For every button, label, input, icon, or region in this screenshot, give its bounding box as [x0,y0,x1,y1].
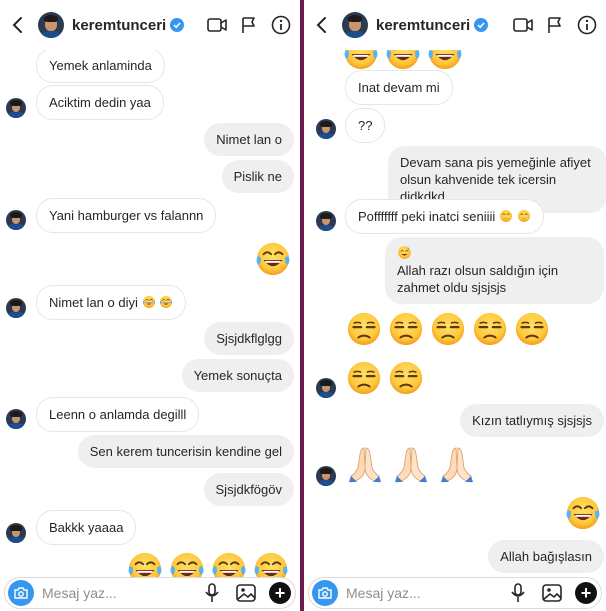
video-camera-icon[interactable] [512,14,534,36]
message-bubble[interactable]: Yani hamburger vs falannn [36,198,217,233]
message-bubble[interactable]: Sjsjdkfögöv [203,473,294,506]
verified-badge-icon [474,18,489,32]
message-bubble[interactable]: ?? [345,108,386,143]
avatar[interactable] [316,119,336,139]
folded-hands-icon [391,444,431,484]
username[interactable]: keremtunceri [72,17,166,34]
folded-hands-icon [437,444,477,484]
avatar[interactable] [6,210,26,230]
message-bubble[interactable]: Yemek anlaminda [36,48,165,83]
message-bubble[interactable]: Aciktim dedin yaa [36,85,164,120]
hugging-face-covering-mouth-icon [499,209,513,223]
message-input[interactable] [346,585,507,601]
folded-hands-icon [345,444,385,484]
message-bubble[interactable]: Sen kerem tuncerisin kendine gel [77,435,294,468]
avatar[interactable] [316,211,336,231]
chat-panel-left: keremtunceri Yemek anlaminda Aciktim ded… [0,0,300,611]
unamused-face-icon [471,310,509,348]
unamused-face-icon [345,310,383,348]
unamused-face-icon [387,359,425,397]
message-bubble[interactable]: Pislik ne [221,160,294,193]
avatar[interactable] [6,523,26,543]
message-bubble[interactable]: Kızın tatlıymış sjsjsjs [460,404,604,437]
microphone-icon[interactable] [201,582,223,604]
message-bubble[interactable]: Nimet lan o [204,123,294,156]
avatar[interactable] [6,98,26,118]
hugging-face-covering-mouth-icon [517,209,531,223]
video-camera-icon[interactable] [206,14,228,36]
camera-icon[interactable] [312,580,338,606]
message-bubble[interactable]: Inat devam mi [345,70,453,105]
message-bubble[interactable]: Allah bağışlasın [488,540,604,573]
face-with-tears-of-joy-icon [564,494,602,532]
chat-header: keremtunceri [304,0,606,50]
message-text: Nimet lan o diyi [49,295,138,310]
avatar[interactable] [6,409,26,429]
face-with-tears-of-joy-icon [142,295,156,309]
camera-icon[interactable] [8,580,34,606]
emoji-message[interactable] [345,444,477,484]
avatar[interactable] [316,378,336,398]
sweat-smile-icon [397,245,412,260]
flag-icon[interactable] [238,14,260,36]
message-text: Allah razı olsun saldığın için zahmet ol… [397,263,559,295]
plus-icon[interactable]: + [575,582,597,604]
microphone-icon[interactable] [507,582,529,604]
info-icon[interactable] [270,14,292,36]
avatar[interactable] [6,298,26,318]
message-bubble[interactable]: Allah razı olsun saldığın için zahmet ol… [385,237,604,304]
message-composer: + [4,577,296,609]
avatar[interactable] [342,12,368,38]
verified-badge-icon [170,18,185,32]
emoji-message[interactable] [345,359,425,397]
username[interactable]: keremtunceri [376,17,470,34]
plus-icon[interactable]: + [269,582,291,604]
emoji-message[interactable] [345,310,551,348]
avatar[interactable] [316,466,336,486]
message-bubble[interactable]: Leenn o anlamda degilll [36,397,200,432]
avatar[interactable] [38,12,64,38]
back-arrow-icon[interactable] [312,13,332,37]
message-composer: + [308,577,602,609]
flag-icon[interactable] [544,14,566,36]
message-bubble[interactable]: Pofffffff peki inatci seniiii [345,199,544,234]
gallery-icon[interactable] [235,582,257,604]
message-bubble[interactable]: Bakkk yaaaa [36,510,137,545]
face-with-tears-of-joy-icon [254,240,292,278]
message-input[interactable] [42,585,201,601]
info-icon[interactable] [576,14,598,36]
message-text: Pofffffff peki inatci seniiii [358,209,496,224]
message-bubble[interactable]: Yemek sonuçta [181,359,294,392]
unamused-face-icon [429,310,467,348]
message-bubble[interactable]: Nimet lan o diyi [36,285,187,320]
unamused-face-icon [387,310,425,348]
unamused-face-icon [513,310,551,348]
chat-header: keremtunceri [0,0,300,50]
gallery-icon[interactable] [541,582,563,604]
message-bubble[interactable]: Sjsjdkflglgg [204,322,294,355]
chat-panel-right: keremtunceri Inat devam mi ?? Devam sana… [304,0,606,611]
back-arrow-icon[interactable] [8,13,28,37]
face-with-tears-of-joy-icon [159,295,173,309]
unamused-face-icon [345,359,383,397]
